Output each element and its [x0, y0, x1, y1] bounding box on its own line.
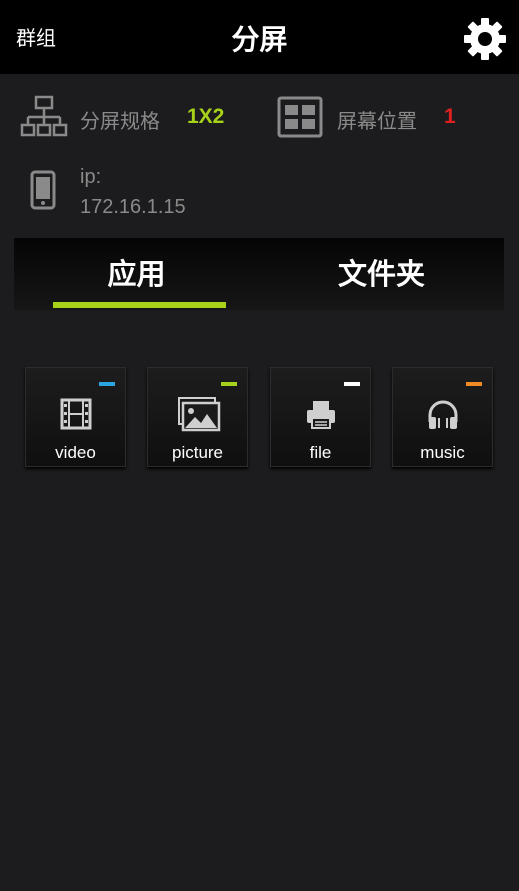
split-spec-value: 1X2 — [187, 105, 225, 128]
video-accent-mark — [99, 382, 115, 386]
tab-bar: 应用 文件夹 — [14, 238, 504, 310]
screen-position-value: 1 — [444, 105, 456, 128]
picture-accent-mark — [221, 382, 237, 386]
active-tab-indicator — [53, 302, 226, 308]
app-tile-video[interactable]: video — [25, 367, 126, 467]
app-tile-picture[interactable]: picture — [147, 367, 248, 467]
image-icon — [178, 397, 221, 432]
app-tile-label: video — [55, 443, 96, 462]
music-accent-mark — [466, 382, 482, 386]
headphones-icon — [428, 400, 458, 429]
phone-icon — [30, 170, 56, 210]
printer-icon — [307, 401, 335, 429]
app-tile-music[interactable]: music — [392, 367, 493, 467]
app-tile-file[interactable]: file — [270, 367, 371, 467]
ip-value: 172.16.1.15 — [80, 196, 186, 218]
app-tile-label: picture — [171, 443, 224, 462]
screen-layout-icon — [277, 96, 323, 138]
ip-label: ip: — [80, 166, 102, 188]
app-tile-label: file — [309, 443, 332, 462]
split-spec-label: 分屏规格 — [80, 109, 160, 133]
film-icon — [60, 398, 92, 430]
page-title: 分屏 — [231, 23, 288, 56]
gear-icon[interactable] — [462, 16, 508, 62]
tab-folders[interactable]: 文件夹 — [259, 238, 504, 310]
app-tile-label: music — [420, 443, 465, 462]
screen-position-label: 屏幕位置 — [337, 109, 417, 133]
tab-apps[interactable]: 应用 — [14, 238, 259, 310]
network-icon — [20, 95, 68, 137]
top-bar: 群组 分屏 — [0, 0, 519, 74]
file-accent-mark — [344, 382, 360, 386]
